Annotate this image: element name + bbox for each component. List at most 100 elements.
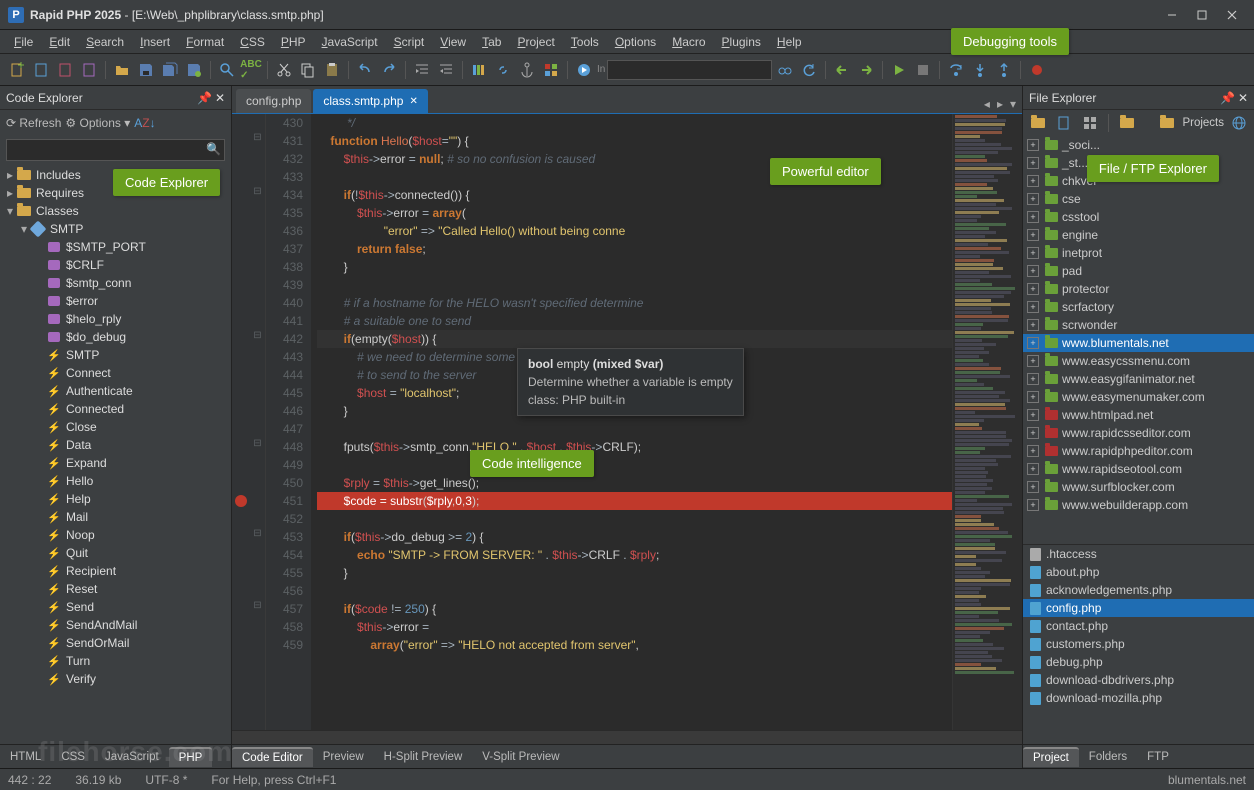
color-icon[interactable] xyxy=(540,59,562,81)
folder-www-rapidcsseditor-com[interactable]: +www.rapidcsseditor.com xyxy=(1023,424,1254,442)
expand-icon[interactable]: + xyxy=(1027,229,1039,241)
code-line-440[interactable]: # if a hostname for the HELO wasn't spec… xyxy=(317,294,952,312)
explorer-tab-project[interactable]: Project xyxy=(1023,747,1079,767)
anchor-icon[interactable] xyxy=(516,59,538,81)
indent-icon[interactable] xyxy=(411,59,433,81)
tab-close-icon[interactable]: ✕ xyxy=(409,96,417,107)
code-line-447[interactable] xyxy=(317,420,952,438)
expand-icon[interactable]: + xyxy=(1027,193,1039,205)
tree-item-sendandmail[interactable]: ⚡SendAndMail xyxy=(0,616,231,634)
breakpoint-icon[interactable] xyxy=(1026,59,1048,81)
menu-javascript[interactable]: JavaScript xyxy=(314,32,386,52)
tab-list-icon[interactable]: ▾ xyxy=(1008,95,1018,113)
code-line-450[interactable]: $rply = $this->get_lines(); xyxy=(317,474,952,492)
menu-plugins[interactable]: Plugins xyxy=(714,32,769,52)
expand-icon[interactable]: + xyxy=(1027,463,1039,475)
panel-close-icon[interactable]: ✕ xyxy=(1238,91,1248,105)
tree-item-quit[interactable]: ⚡Quit xyxy=(0,544,231,562)
expand-icon[interactable]: + xyxy=(1027,175,1039,187)
expand-icon[interactable]: + xyxy=(1027,247,1039,259)
folder-www-surfblocker-com[interactable]: +www.surfblocker.com xyxy=(1023,478,1254,496)
preview-icon[interactable] xyxy=(573,59,595,81)
tree-item--smtp_port[interactable]: $SMTP_PORT xyxy=(0,238,231,256)
menu-options[interactable]: Options xyxy=(607,32,664,52)
tab-prev-icon[interactable]: ◂ xyxy=(982,95,992,113)
tree-item-classes[interactable]: ▾Classes xyxy=(0,202,231,220)
menu-help[interactable]: Help xyxy=(769,32,810,52)
tree-item-send[interactable]: ⚡Send xyxy=(0,598,231,616)
file-about-php[interactable]: about.php xyxy=(1023,563,1254,581)
menu-php[interactable]: PHP xyxy=(273,32,314,52)
folder-pad[interactable]: +pad xyxy=(1023,262,1254,280)
binoculars-icon[interactable] xyxy=(774,59,796,81)
refresh-icon[interactable] xyxy=(798,59,820,81)
file-customers-php[interactable]: customers.php xyxy=(1023,635,1254,653)
new-file-icon[interactable] xyxy=(1053,112,1075,134)
code-line-431[interactable]: function Hello($host="") { xyxy=(317,132,952,150)
menu-insert[interactable]: Insert xyxy=(132,32,178,52)
expand-icon[interactable]: + xyxy=(1027,481,1039,493)
tree-item-verify[interactable]: ⚡Verify xyxy=(0,670,231,688)
lang-tab-html[interactable]: HTML xyxy=(0,748,51,766)
file-acknowledgements-php[interactable]: acknowledgements.php xyxy=(1023,581,1254,599)
expand-icon[interactable]: + xyxy=(1027,445,1039,457)
search-icon[interactable]: 🔍 xyxy=(206,142,221,156)
stop-icon[interactable] xyxy=(912,59,934,81)
folder-engine[interactable]: +engine xyxy=(1023,226,1254,244)
tree-item-expand[interactable]: ⚡Expand xyxy=(0,454,231,472)
file--htaccess[interactable]: .htaccess xyxy=(1023,545,1254,563)
save-icon[interactable] xyxy=(135,59,157,81)
tree-item-authenticate[interactable]: ⚡Authenticate xyxy=(0,382,231,400)
lang-tab-css[interactable]: CSS xyxy=(51,748,95,766)
minimap[interactable] xyxy=(952,114,1022,730)
editor-mode-code-editor[interactable]: Code Editor xyxy=(232,747,313,767)
expand-icon[interactable]: + xyxy=(1027,427,1039,439)
folder-inetprot[interactable]: +inetprot xyxy=(1023,244,1254,262)
folder-www-easygifanimator-net[interactable]: +www.easygifanimator.net xyxy=(1023,370,1254,388)
tab-next-icon[interactable]: ▸ xyxy=(995,95,1005,113)
new-file-icon[interactable] xyxy=(6,59,28,81)
globe-icon[interactable] xyxy=(1228,112,1250,134)
editor-tab-config-php[interactable]: config.php xyxy=(236,89,311,113)
menu-edit[interactable]: Edit xyxy=(41,32,78,52)
code-line-456[interactable] xyxy=(317,582,952,600)
code-line-452[interactable] xyxy=(317,510,952,528)
tree-item-hello[interactable]: ⚡Hello xyxy=(0,472,231,490)
expand-icon[interactable]: + xyxy=(1027,211,1039,223)
nav-back-icon[interactable] xyxy=(831,59,853,81)
file-config-php[interactable]: config.php xyxy=(1023,599,1254,617)
step-out-icon[interactable] xyxy=(993,59,1015,81)
tree-item-close[interactable]: ⚡Close xyxy=(0,418,231,436)
expand-icon[interactable]: + xyxy=(1027,499,1039,511)
expand-icon[interactable]: + xyxy=(1027,337,1039,349)
file-contact-php[interactable]: contact.php xyxy=(1023,617,1254,635)
new-folder-icon[interactable] xyxy=(1027,112,1049,134)
tree-item--error[interactable]: $error xyxy=(0,292,231,310)
tree-item-recipient[interactable]: ⚡Recipient xyxy=(0,562,231,580)
code-line-451[interactable]: $code = substr($rply,0,3); xyxy=(317,492,952,510)
code-line-455[interactable]: } xyxy=(317,564,952,582)
code-line-430[interactable]: */ xyxy=(317,114,952,132)
code-line-448[interactable]: fputs($this->smtp_conn,"HELO " . $host .… xyxy=(317,438,952,456)
step-into-icon[interactable] xyxy=(969,59,991,81)
panel-close-icon[interactable]: ✕ xyxy=(215,91,225,105)
tree-item-data[interactable]: ⚡Data xyxy=(0,436,231,454)
folder-protector[interactable]: +protector xyxy=(1023,280,1254,298)
cut-icon[interactable] xyxy=(273,59,295,81)
open-icon[interactable] xyxy=(111,59,133,81)
editor-tab-class-smtp-php[interactable]: class.smtp.php✕ xyxy=(313,89,427,113)
code-line-458[interactable]: $this->error = xyxy=(317,618,952,636)
undo-icon[interactable] xyxy=(354,59,376,81)
step-over-icon[interactable] xyxy=(945,59,967,81)
search-icon[interactable] xyxy=(216,59,238,81)
folder-csstool[interactable]: +csstool xyxy=(1023,208,1254,226)
folder-scrwonder[interactable]: +scrwonder xyxy=(1023,316,1254,334)
expand-icon[interactable]: + xyxy=(1027,301,1039,313)
code-line-436[interactable]: "error" => "Called Hello() without being… xyxy=(317,222,952,240)
tree-item--do_debug[interactable]: $do_debug xyxy=(0,328,231,346)
folder-www-rapidphpeditor-com[interactable]: +www.rapidphpeditor.com xyxy=(1023,442,1254,460)
expand-icon[interactable]: + xyxy=(1027,139,1039,151)
folder-cse[interactable]: +cse xyxy=(1023,190,1254,208)
menu-macro[interactable]: Macro xyxy=(664,32,713,52)
link-icon[interactable] xyxy=(492,59,514,81)
